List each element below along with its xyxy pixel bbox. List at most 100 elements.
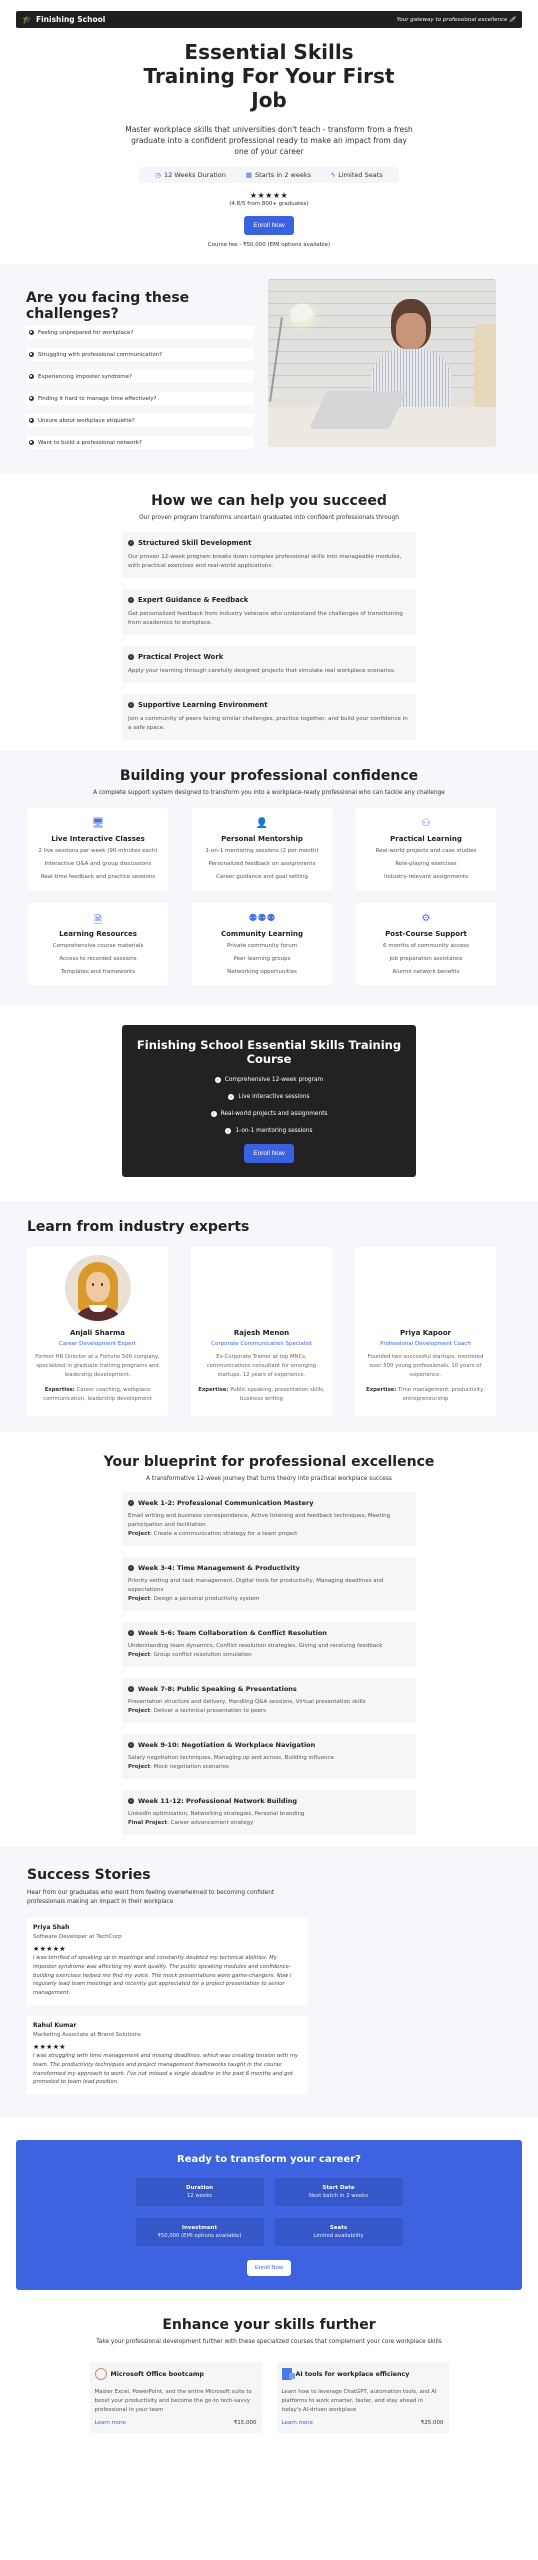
module-project: Project: Mock negotiation scenarios bbox=[128, 1763, 410, 1772]
feature-line: Access to recorded sessions bbox=[59, 956, 137, 962]
feature-title: Practical Learning bbox=[390, 835, 462, 843]
feature-card: 👤 Personal Mentorship 1-on-1 mentoring ses… bbox=[192, 808, 332, 890]
help-card-title: Expert Guidance & Feedback bbox=[138, 596, 249, 604]
help-card-heading: ✓ Expert Guidance & Feedback bbox=[128, 596, 410, 604]
addon-course-heading: Microsoft Office bootcamp bbox=[94, 2368, 257, 2381]
cta-banner: Ready to transform your career? Duration… bbox=[16, 2140, 522, 2291]
expert-bio: Former HR Director at a Fortune 500 comp… bbox=[35, 1354, 160, 1378]
confidence-subtitle: A complete support system designed to tr… bbox=[93, 790, 445, 796]
testimonial-stars: ★★★★★ bbox=[33, 1945, 66, 1953]
cta-detail-value: ₹50,000 (EMI options available) bbox=[157, 2233, 242, 2240]
module-title: Week 9-10: Negotiation & Workplace Navig… bbox=[138, 1741, 316, 1749]
testimonial-card: Priya Shah Software Developer at TechCorp… bbox=[27, 1918, 308, 2005]
feature-line: Comprehensive course materials bbox=[52, 943, 144, 949]
module-heading: ✓ Week 11-12: Professional Network Buildi… bbox=[128, 1797, 410, 1805]
cta-details: Duration 12 weeks Start Date Next batch in … bbox=[16, 2178, 522, 2247]
expertise-text: Time management, productivity, entrepren… bbox=[396, 1387, 485, 1402]
challenge-text: Struggling with professional communicati… bbox=[38, 351, 163, 358]
bullet-icon bbox=[29, 352, 34, 357]
learn-more-link[interactable]: Learn more bbox=[95, 2420, 126, 2426]
enhance-title: Enhance your skills further bbox=[162, 2317, 376, 2334]
course-includes-list: ✓ Comprehensive 12-week program ✓ Live inte… bbox=[132, 1077, 406, 1134]
cta-detail: Start Date Next batch in 2 weeks bbox=[274, 2178, 403, 2207]
feature-line: Alumni network benefits bbox=[392, 969, 460, 975]
challenge-item: Unsure about workplace etiquette? bbox=[26, 414, 254, 427]
cta-enroll-button[interactable]: Enroll Now bbox=[246, 2260, 292, 2277]
module-project: Project: Create a communication strategy… bbox=[128, 1530, 410, 1539]
brand-logo[interactable]: 🎓 Finishing School bbox=[22, 15, 105, 24]
challenge-text: Experiencing imposter syndrome? bbox=[38, 373, 132, 380]
testimonial-name: Priya Shah bbox=[33, 1924, 70, 1931]
learn-more-link[interactable]: Learn more bbox=[282, 2420, 313, 2426]
check-circle-icon: ✓ bbox=[228, 1094, 235, 1100]
feature-grid: 🖥 Live Interactive Classes 2 live sessions… bbox=[28, 808, 510, 985]
blueprint-title: Your blueprint for professional excellen… bbox=[103, 1454, 435, 1470]
check-circle-icon: ✓ bbox=[225, 1128, 232, 1134]
curriculum-module: ✓ Week 11-12: Professional Network Buildi… bbox=[122, 1790, 416, 1835]
cta-detail-label: Duration bbox=[185, 2185, 214, 2192]
cta-detail: Investment ₹50,000 (EMI options available… bbox=[135, 2218, 264, 2247]
check-circle-icon: ✓ bbox=[128, 1686, 134, 1692]
addon-course-heading: AI tools for workplace efficiency bbox=[281, 2368, 444, 2381]
help-card: ✓ Expert Guidance & Feedback Get personali… bbox=[122, 589, 416, 635]
rating-text: (4.8/5 from 800+ graduates) bbox=[229, 201, 309, 207]
addon-course-title: AI tools for workplace efficiency bbox=[295, 2370, 410, 2378]
expert-card: Priya Kapoor Professional Development Coa… bbox=[355, 1247, 496, 1416]
avatar-slot bbox=[393, 1255, 459, 1321]
cta-detail-label: Start Date bbox=[322, 2185, 355, 2192]
challenge-item: Finding it hard to manage time effective… bbox=[26, 392, 254, 405]
check-circle-icon: ✓ bbox=[128, 597, 134, 603]
testimonial-stars: ★★★★★ bbox=[33, 2042, 66, 2051]
testimonial-name: Rahul Kumar bbox=[33, 2021, 77, 2029]
cta-detail: Duration 12 weeks bbox=[135, 2178, 264, 2207]
enroll-now-button[interactable]: Enroll Now bbox=[244, 216, 294, 235]
project-text: : Mock negotiation scenarios bbox=[150, 1764, 229, 1770]
cta-detail-value: Next batch in 2 weeks bbox=[309, 2193, 368, 2200]
help-card-desc: Our proven 12-week program breaks down c… bbox=[128, 554, 402, 569]
clock-icon: ◷ bbox=[155, 171, 161, 179]
testimonial-role: Marketing Associate at Brand Solutions bbox=[33, 2031, 141, 2038]
graduation-cap-icon: 🎓 bbox=[22, 15, 32, 24]
challenge-item: Feeling unprepared for workplace? bbox=[26, 326, 254, 339]
project-text: : Career advancement strategy bbox=[167, 1820, 254, 1826]
microsoft-office-icon bbox=[94, 2368, 107, 2381]
module-title: Week 5-6: Team Collaboration & Conflict … bbox=[138, 1629, 327, 1637]
feature-line: Interactive Q&A and group discussions bbox=[44, 861, 152, 867]
check-circle-icon: ✓ bbox=[128, 1742, 134, 1748]
project-text: : Deliver a technical presentation to pe… bbox=[150, 1708, 267, 1714]
expert-bio: Ex-Corporate Trainer at top MNCs, commun… bbox=[206, 1354, 317, 1378]
help-card-title: Structured Skill Development bbox=[138, 539, 252, 547]
project-label: Project bbox=[128, 1596, 151, 1602]
challenges-section: Are you facing these challenges? Feeling… bbox=[0, 264, 538, 474]
check-circle-icon: ✓ bbox=[128, 1630, 134, 1636]
testimonials-list: Priya Shah Software Developer at TechCorp… bbox=[27, 1918, 511, 2095]
avatar bbox=[64, 1255, 131, 1321]
enhance-subtitle: Take your professional development furth… bbox=[96, 2339, 442, 2346]
module-title: Week 11-12: Professional Network Buildin… bbox=[138, 1797, 298, 1805]
module-title: Week 3-4: Time Management & Productivity bbox=[138, 1564, 300, 1572]
feature-line: Personalized feedback on assignments bbox=[208, 861, 316, 867]
testimonial-quote: I was terrified of speaking up in meetin… bbox=[33, 1955, 292, 1997]
expert-role: Professional Development Coach bbox=[380, 1341, 471, 1347]
help-card-heading: ✓ Practical Project Work bbox=[128, 653, 410, 661]
cta-detail-value: 12 weeks bbox=[186, 2193, 213, 2200]
course-include-item: ✓ Real-world projects and assignments bbox=[132, 1111, 406, 1117]
module-topics: Salary negotiation techniques, Managing … bbox=[128, 1755, 334, 1761]
bullet-icon bbox=[29, 330, 34, 335]
highlight-label: Starts in 2 weeks bbox=[255, 171, 311, 179]
addon-course-price: ₹25,000 bbox=[420, 2420, 444, 2427]
expert-expertise: Expertise: Time management, productivity… bbox=[361, 1386, 490, 1404]
course-enroll-button[interactable]: Enroll Now bbox=[244, 1144, 294, 1163]
feature-line: Job preparation assistance bbox=[389, 956, 463, 962]
module-topics: Email writing and business correspondenc… bbox=[128, 1513, 391, 1528]
bullet-icon bbox=[29, 374, 34, 379]
team-icon: ⚇ bbox=[421, 818, 431, 829]
course-include-item: ✓ Live interactive sessions bbox=[132, 1094, 406, 1100]
help-card: ✓ Supportive Learning Environment Join a c… bbox=[122, 694, 416, 740]
expertise-text: Public speaking, presentation skills, bu… bbox=[228, 1387, 325, 1402]
course-include-text: Live interactive sessions bbox=[238, 1094, 310, 1100]
help-cards: ✓ Structured Skill Development Our proven … bbox=[122, 532, 416, 740]
challenge-item: Struggling with professional communicati… bbox=[26, 348, 254, 361]
expert-bio: Founded two successful startups, mentore… bbox=[367, 1354, 484, 1378]
ai-tools-icon bbox=[281, 2368, 295, 2381]
